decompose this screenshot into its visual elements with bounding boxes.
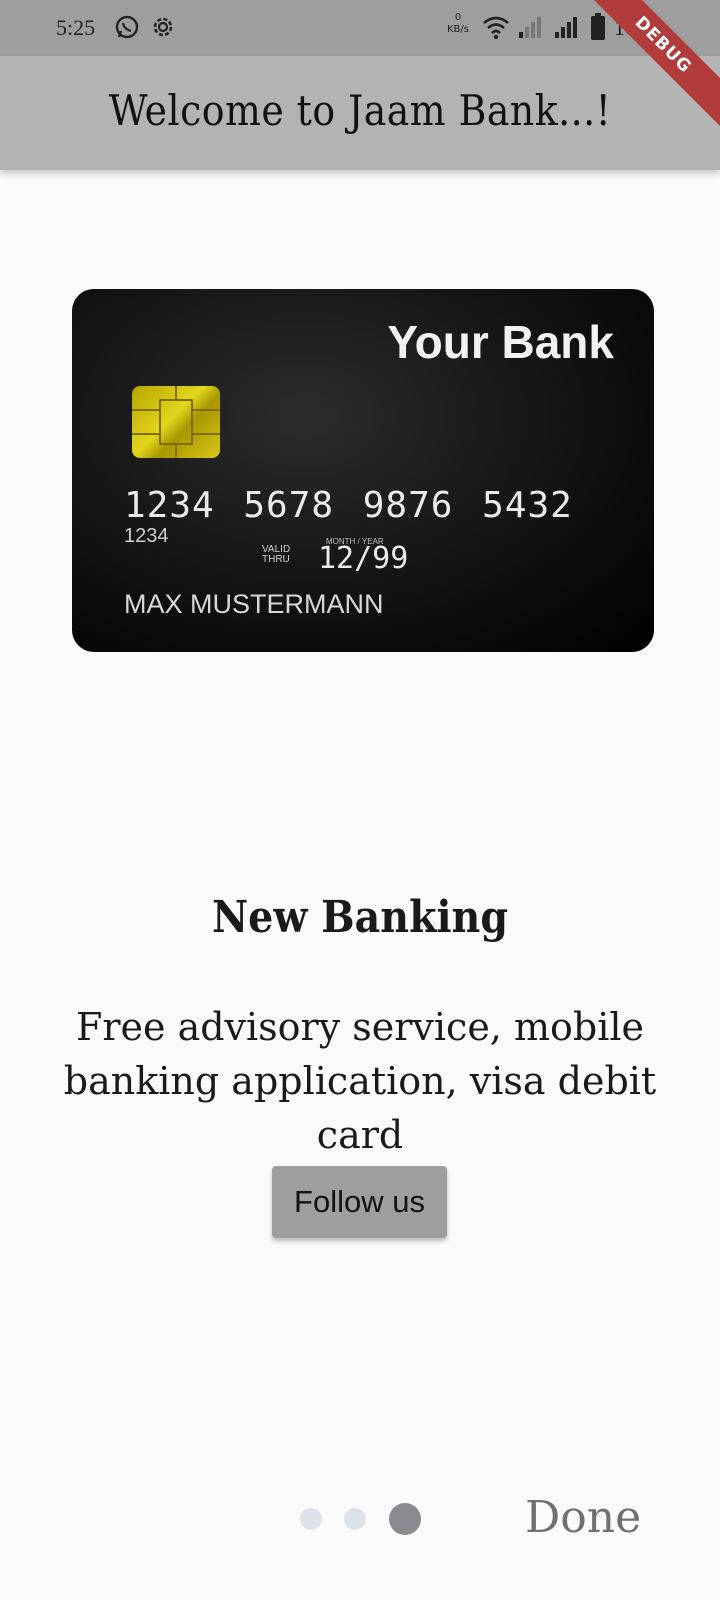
card-holder-name: MAX MUSTERMANN	[124, 589, 384, 619]
bank-card-image: Your Bank 1234 5678 9876 5432 1234 VALID…	[72, 289, 654, 652]
card-valid-label: VALID THRU	[262, 544, 291, 565]
card-chip-icon	[132, 386, 220, 458]
wifi-icon	[482, 14, 510, 46]
slide-description: Free advisory service, mobile banking ap…	[63, 1005, 657, 1157]
network-speed: 0 KB/s	[440, 12, 476, 36]
settings-icon	[150, 14, 176, 46]
battery-icon	[590, 13, 606, 47]
page-indicator-dot-active[interactable]	[389, 1503, 421, 1535]
card-sub-number: 1234	[124, 525, 169, 547]
status-time: 5:25	[56, 15, 96, 40]
follow-us-button[interactable]: Follow us	[272, 1166, 447, 1238]
card-valid-date: 12/99	[318, 541, 409, 576]
signal-icon	[518, 14, 542, 46]
signal-icon	[554, 14, 578, 46]
card-bank-name: Your Bank	[387, 316, 614, 368]
page-indicator-dot[interactable]	[300, 1508, 322, 1530]
app-title: Welcome to Jaam Bank...!	[108, 86, 612, 135]
card-number: 1234 5678 9876 5432	[124, 485, 573, 526]
app-bar: Welcome to Jaam Bank...!	[0, 56, 720, 170]
whatsapp-icon	[114, 14, 140, 46]
done-button[interactable]: Done	[525, 1492, 641, 1543]
slide-title: New Banking	[211, 892, 509, 943]
page-indicator-dot[interactable]	[344, 1508, 366, 1530]
network-speed-unit: KB/s	[447, 24, 469, 35]
screen: 5:25 0 KB/s Welcome to Jaam Bank...! DEB…	[0, 0, 720, 1600]
network-speed-value: 0	[454, 12, 462, 23]
